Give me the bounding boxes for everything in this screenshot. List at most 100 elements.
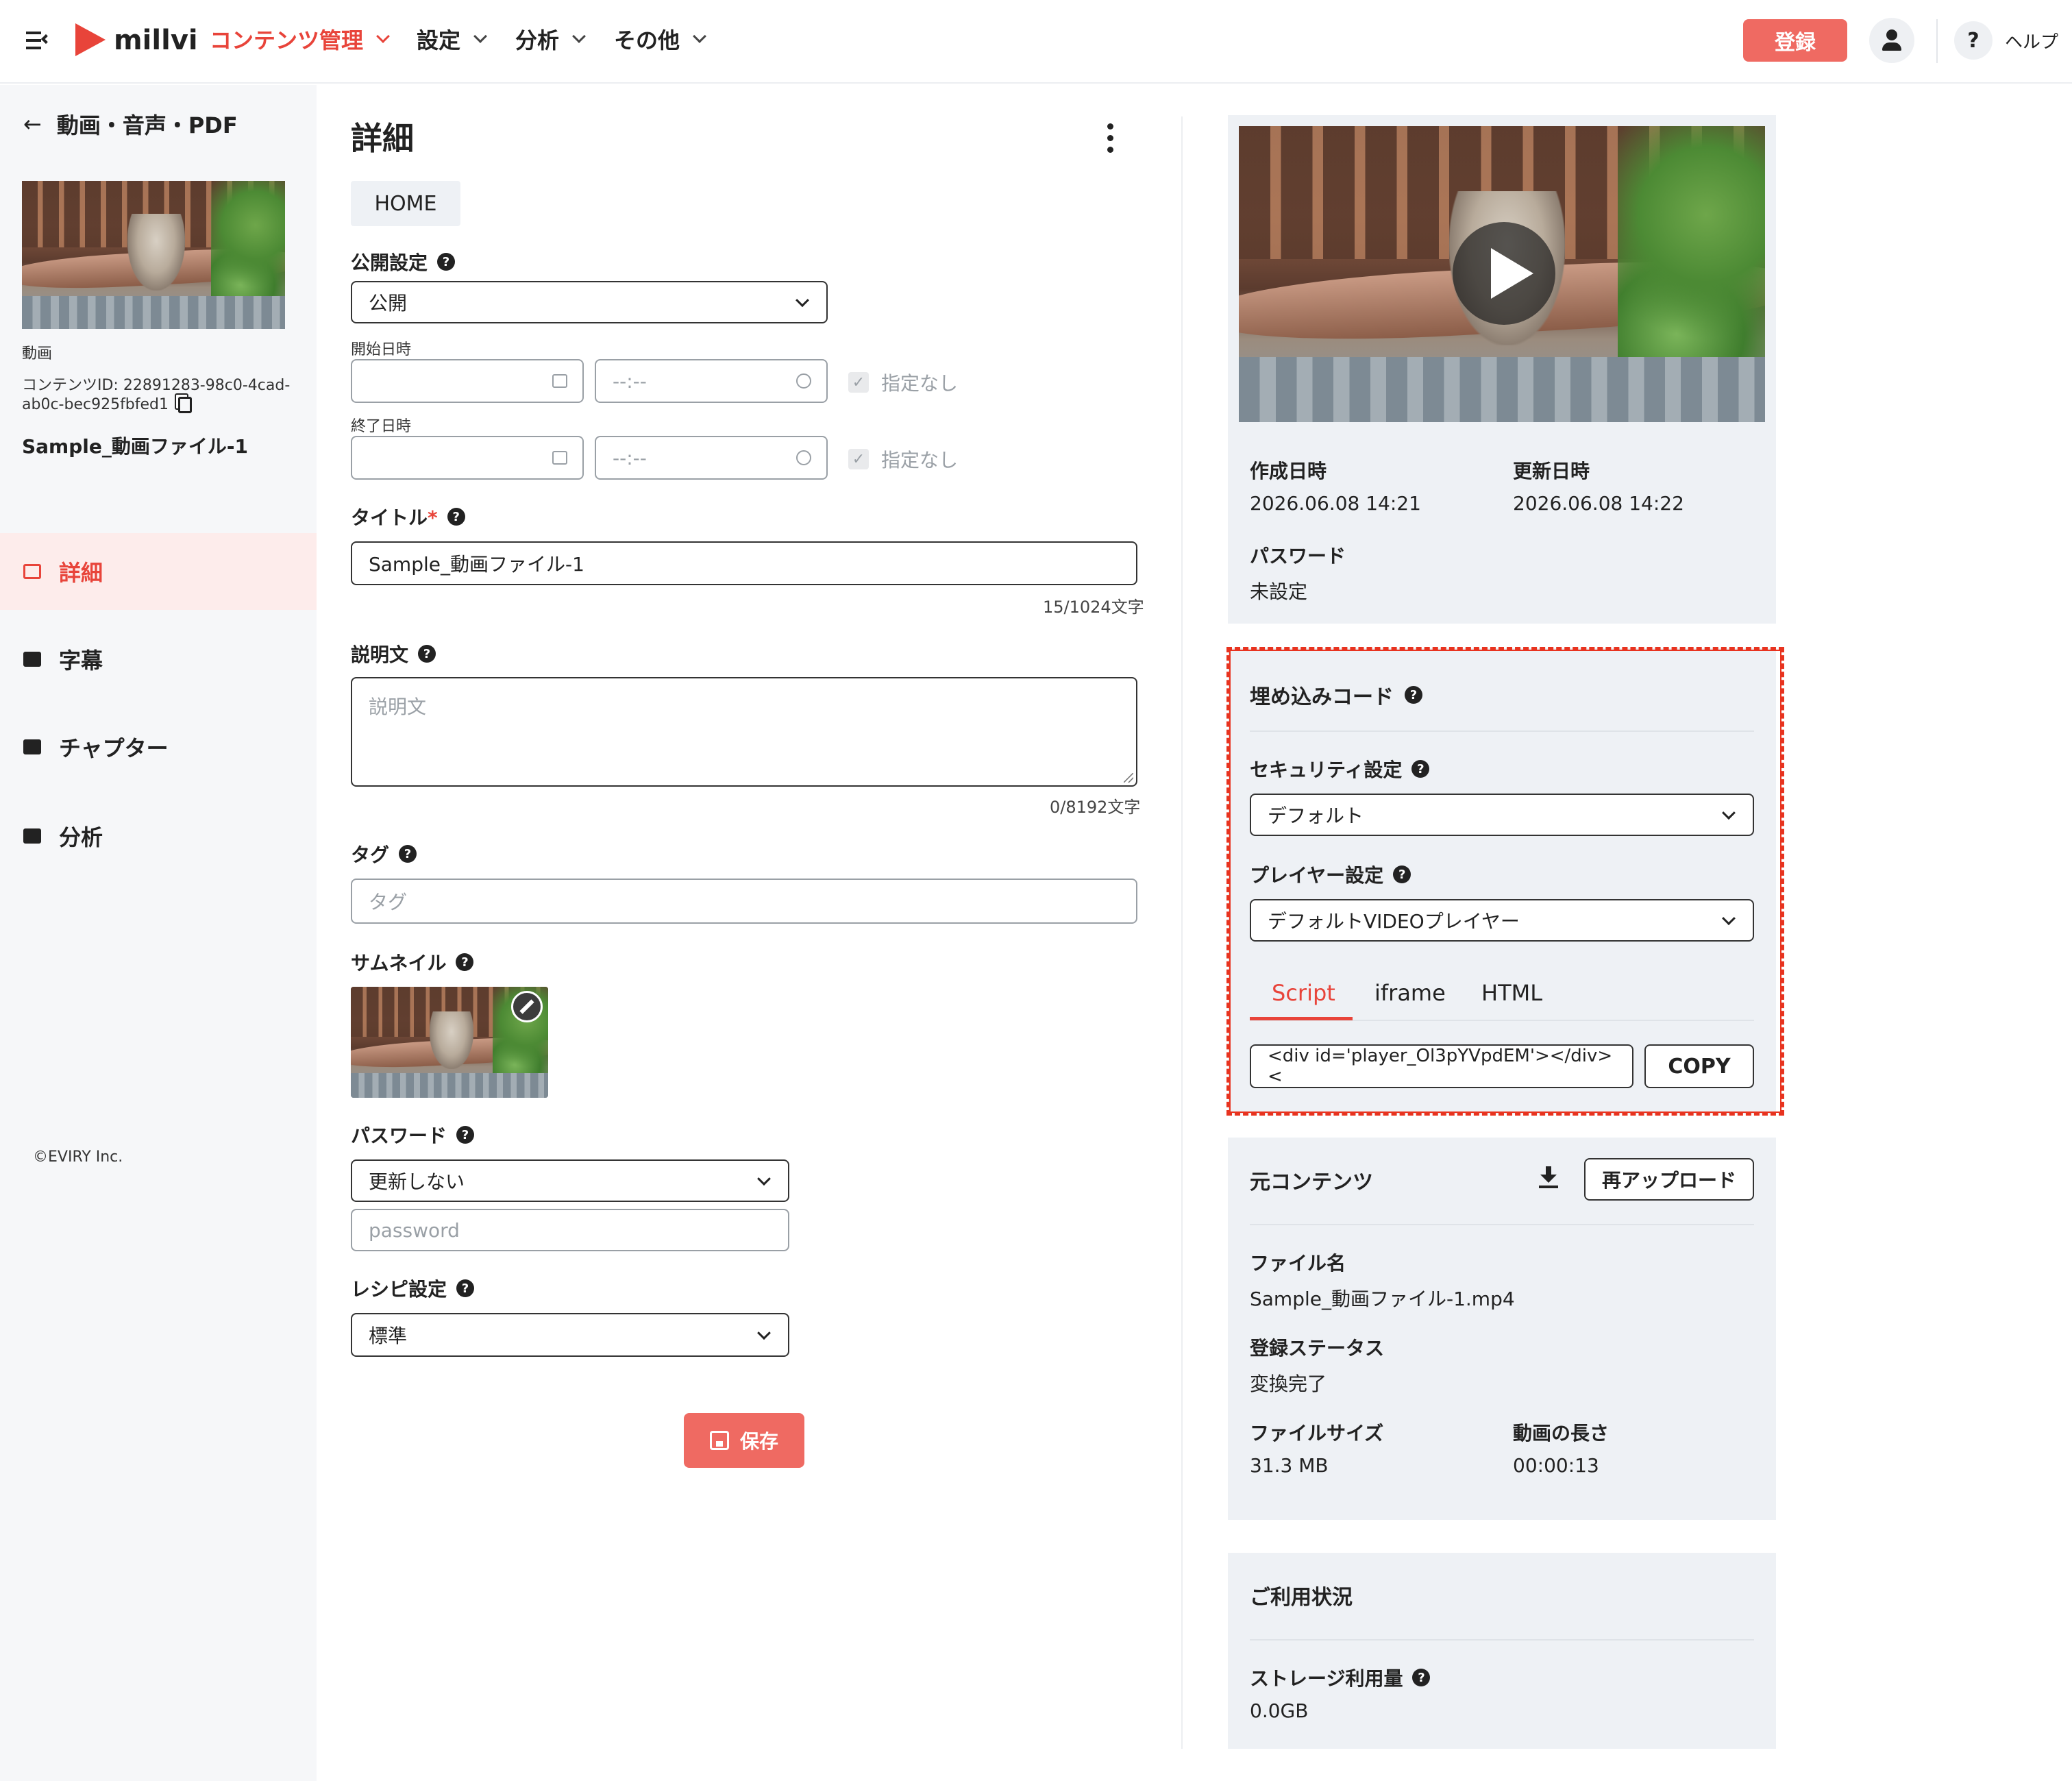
title-value: Sample_動画ファイル-1	[369, 553, 584, 576]
help-icon[interactable]: ?	[456, 953, 474, 971]
password-input[interactable]: password	[351, 1209, 789, 1251]
help-icon[interactable]: ?	[456, 1279, 475, 1297]
help-icon[interactable]: ?	[437, 253, 456, 271]
created-value: 2026.06.08 14:21	[1250, 492, 1421, 515]
status-label: 登録ステータス	[1250, 1337, 1385, 1360]
register-label: 登録	[1775, 31, 1816, 55]
recipe-select[interactable]: 標準	[351, 1313, 789, 1357]
publish-value: 公開	[369, 292, 408, 315]
copy-icon[interactable]	[178, 396, 193, 413]
help-icon[interactable]: ?	[1411, 760, 1430, 778]
tab-script[interactable]: Script	[1272, 980, 1335, 1006]
sidebar-item-label: 詳細	[59, 560, 103, 586]
chevron-down-icon	[757, 1326, 771, 1340]
edit-thumbnail-icon[interactable]	[511, 991, 543, 1022]
embed-code-input[interactable]: <div id='player_Ol3pYVpdEM'></div> <	[1250, 1044, 1633, 1088]
chevron-down-icon	[473, 29, 487, 43]
help-icon[interactable]: ?	[399, 845, 417, 863]
save-label: 保存	[739, 1430, 778, 1453]
breadcrumb[interactable]: HOME	[351, 181, 460, 226]
play-button-icon[interactable]	[1453, 222, 1555, 325]
help-button[interactable]: ? ヘルプ	[1954, 18, 2072, 63]
register-button[interactable]: 登録	[1743, 19, 1847, 62]
recipe-label: レシピ設定?	[351, 1275, 475, 1302]
filesize-value: 31.3 MB	[1250, 1454, 1329, 1477]
description-counter: 0/8192文字	[1050, 798, 1141, 817]
publish-select[interactable]: 公開	[351, 281, 828, 323]
end-date-label: 終了日時	[351, 418, 412, 435]
player-select[interactable]: デフォルトVIDEOプレイヤー	[1250, 899, 1754, 942]
start-date-input[interactable]	[351, 359, 584, 403]
content-id-cont: ab0c-bec925fbfed1	[22, 396, 169, 413]
sidebar-item-subtitles[interactable]: 字幕	[0, 621, 317, 698]
resize-handle-icon[interactable]	[1124, 773, 1133, 783]
created-label: 作成日時	[1250, 460, 1327, 482]
subtitles-icon	[23, 652, 41, 667]
start-none-label: 指定なし	[881, 372, 959, 395]
password-select-value: 更新しない	[369, 1170, 465, 1193]
description-textarea[interactable]: 説明文	[351, 677, 1137, 787]
chevron-down-icon	[376, 29, 390, 43]
help-icon[interactable]: ?	[447, 508, 465, 526]
nav-settings[interactable]: 設定	[417, 23, 487, 55]
video-password-label: パスワード	[1250, 545, 1346, 567]
media-type: 動画	[22, 345, 53, 363]
filesize-label: ファイルサイズ	[1250, 1422, 1384, 1445]
start-time-input[interactable]: --:--	[595, 359, 828, 403]
security-value: デフォルト	[1268, 804, 1364, 827]
tag-input[interactable]: タグ	[351, 879, 1137, 924]
check-icon: ✓	[848, 372, 869, 393]
help-icon[interactable]: ?	[418, 645, 436, 663]
updated-label: 更新日時	[1513, 460, 1590, 482]
tab-html[interactable]: HTML	[1481, 980, 1542, 1006]
sidebar-item-analytics[interactable]: 分析	[0, 798, 317, 874]
embed-code-value: <div id='player_Ol3pYVpdEM'></div> <	[1268, 1046, 1613, 1087]
calendar-icon	[552, 451, 567, 465]
end-time-input[interactable]: --:--	[595, 436, 828, 480]
nav-label: コンテンツ管理	[210, 27, 364, 53]
tab-iframe[interactable]: iframe	[1374, 980, 1446, 1006]
user-avatar-button[interactable]	[1869, 18, 1914, 63]
help-label: ヘルプ	[2005, 32, 2059, 53]
thumbnail-label: サムネイル?	[351, 948, 474, 976]
end-date-input[interactable]	[351, 436, 584, 480]
help-icon[interactable]: ?	[1412, 1669, 1431, 1686]
title-label: タイトル*?	[351, 503, 465, 530]
sidebar-item-label: 字幕	[59, 648, 103, 674]
reupload-button[interactable]: 再アップロード	[1584, 1158, 1754, 1201]
download-icon[interactable]	[1539, 1166, 1558, 1188]
copy-button[interactable]: COPY	[1644, 1044, 1754, 1088]
security-select[interactable]: デフォルト	[1250, 794, 1754, 836]
back-link[interactable]: ← 動画・音声・PDF	[23, 108, 238, 140]
storage-value: 0.0GB	[1250, 1699, 1309, 1722]
recipe-value: 標準	[369, 1325, 408, 1347]
source-title: 元コンテンツ	[1250, 1170, 1373, 1194]
end-none-label: 指定なし	[881, 449, 959, 471]
more-options-icon[interactable]	[1105, 123, 1115, 155]
nav-other[interactable]: その他	[614, 23, 706, 55]
brand-name[interactable]: millvi	[114, 25, 198, 56]
help-icon[interactable]: ?	[1393, 865, 1411, 883]
page-title: 詳細	[351, 120, 414, 157]
nav-content-management[interactable]: コンテンツ管理	[210, 23, 390, 55]
back-label: 動画・音声・PDF	[56, 112, 238, 138]
password-select[interactable]: 更新しない	[351, 1159, 789, 1202]
video-password-value: 未設定	[1250, 580, 1308, 603]
help-icon[interactable]: ?	[1405, 686, 1422, 704]
nav-analytics[interactable]: 分析	[515, 23, 586, 55]
sidebar-item-chapters[interactable]: チャプター	[0, 709, 317, 785]
save-button[interactable]: 保存	[684, 1413, 804, 1468]
title-input[interactable]: Sample_動画ファイル-1	[351, 541, 1137, 585]
brand-logo-icon[interactable]	[75, 23, 106, 56]
tag-label: タグ?	[351, 840, 417, 868]
start-none-checkbox[interactable]: ✓ 指定なし	[848, 369, 958, 396]
sidebar-item-label: 分析	[59, 824, 103, 850]
gear-icon	[23, 564, 41, 579]
end-none-checkbox[interactable]: ✓ 指定なし	[848, 445, 958, 473]
menu-toggle-icon[interactable]	[26, 30, 51, 51]
help-icon[interactable]: ?	[456, 1126, 475, 1144]
password-label: パスワード?	[351, 1121, 475, 1149]
sidebar-item-details[interactable]: 詳細	[0, 533, 317, 610]
save-icon	[709, 1431, 729, 1450]
chevron-down-icon	[572, 29, 586, 43]
